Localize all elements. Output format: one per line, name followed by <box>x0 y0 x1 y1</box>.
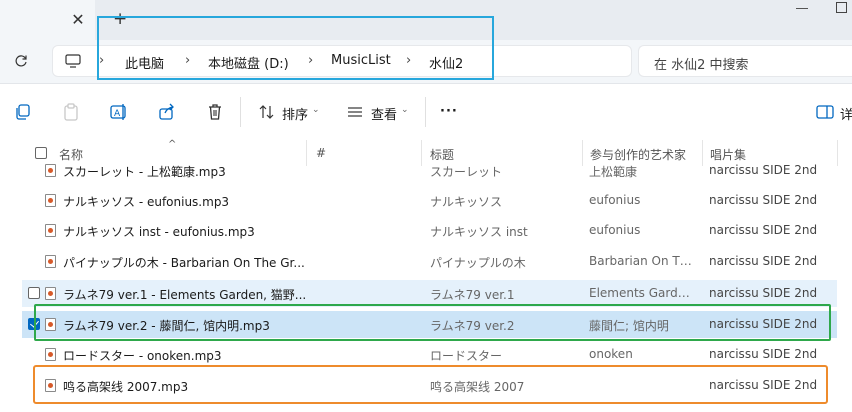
sort-button[interactable]: 排序 <box>282 104 308 123</box>
row-checkbox[interactable] <box>28 287 40 299</box>
audio-file-icon <box>45 164 56 177</box>
file-title: ロードスター <box>430 349 503 363</box>
file-name: ラムネ79 ver.1 - Elements Garden, 猫野... <box>63 288 307 302</box>
file-row[interactable]: パイナップルの木 - Barbarian On The Gr... パイナップル… <box>22 248 837 275</box>
file-name: ロードスター - onoken.mp3 <box>63 349 222 363</box>
minimize-icon[interactable] <box>796 8 808 9</box>
search-input[interactable]: 在 水仙2 中搜索 <box>654 54 749 73</box>
active-tab[interactable]: ✕ <box>0 0 95 40</box>
audio-file-icon <box>45 255 56 268</box>
file-title: ナルキッソス inst <box>430 225 528 239</box>
file-artist: Barbarian On Th... <box>589 254 695 268</box>
file-title: スカーレット <box>430 165 503 179</box>
audio-file-icon <box>45 194 56 207</box>
more-options-button[interactable]: ··· <box>440 104 458 119</box>
file-row[interactable]: スカーレット - 上松範康.mp3 スカーレット 上松範康 narcissu S… <box>22 160 837 184</box>
file-name: ナルキッソス - eufonius.mp3 <box>63 195 230 209</box>
maximize-icon[interactable] <box>836 2 847 13</box>
svg-text:A: A <box>114 109 121 119</box>
file-album: narcissu SIDE 2nd <box>709 347 818 361</box>
rename-icon[interactable]: A <box>110 103 128 121</box>
annotation-box-selected-row <box>34 304 831 341</box>
file-name: ナルキッソス inst - eufonius.mp3 <box>63 225 255 239</box>
paste-icon <box>64 103 78 121</box>
delete-icon[interactable] <box>206 103 224 121</box>
share-icon[interactable] <box>158 103 176 121</box>
file-artist: 上松範康 <box>589 165 638 179</box>
annotation-box-last-row <box>33 365 828 404</box>
search-box[interactable]: 在 水仙2 中搜索 <box>638 45 852 77</box>
copy-icon[interactable] <box>14 103 32 121</box>
column-number[interactable]: # <box>316 146 326 160</box>
computer-icon[interactable] <box>65 54 81 68</box>
command-bar: A 排序 ⌄ 查看 ⌄ ··· 详 <box>0 85 852 137</box>
toolbar-divider <box>425 97 426 127</box>
file-album: narcissu SIDE 2nd <box>709 163 818 177</box>
file-album: narcissu SIDE 2nd <box>709 286 818 300</box>
file-album: narcissu SIDE 2nd <box>709 193 818 207</box>
file-artist: eufonius <box>589 223 641 237</box>
details-pane-icon[interactable] <box>816 103 834 121</box>
file-title: ナルキッソス <box>430 195 503 209</box>
file-row[interactable]: ラムネ79 ver.1 - Elements Garden, 猫野... ラムネ… <box>22 280 837 307</box>
file-artist: onoken <box>589 347 633 361</box>
audio-file-icon <box>45 224 56 237</box>
file-album: narcissu SIDE 2nd <box>709 254 818 268</box>
file-title: ラムネ79 ver.1 <box>430 288 515 302</box>
file-row[interactable]: ロードスター - onoken.mp3 ロードスター onoken narcis… <box>22 341 837 368</box>
sort-ascending-icon: ^ <box>168 139 177 150</box>
file-row[interactable]: ナルキッソス - eufonius.mp3 ナルキッソス eufonius na… <box>22 187 837 214</box>
view-icon[interactable] <box>346 103 364 121</box>
file-name: パイナップルの木 - Barbarian On The Gr... <box>63 256 305 270</box>
file-artist: Elements Garde... <box>589 286 695 300</box>
close-tab-icon[interactable]: ✕ <box>70 12 86 28</box>
file-artist: eufonius <box>589 193 641 207</box>
file-album: narcissu SIDE 2nd <box>709 223 818 237</box>
refresh-icon[interactable] <box>14 54 28 68</box>
vertical-scrollbar[interactable] <box>838 160 852 412</box>
file-name: スカーレット - 上松範康.mp3 <box>63 165 226 179</box>
file-row[interactable]: ナルキッソス inst - eufonius.mp3 ナルキッソス inst e… <box>22 217 837 244</box>
toolbar-divider <box>240 97 241 127</box>
details-button[interactable]: 详 <box>840 104 852 123</box>
audio-file-icon <box>45 287 56 300</box>
audio-file-icon <box>45 348 56 361</box>
annotation-box-breadcrumb <box>97 16 494 80</box>
view-button[interactable]: 查看 <box>371 104 397 123</box>
chevron-down-icon[interactable]: ⌄ <box>401 105 409 115</box>
select-all-checkbox[interactable] <box>35 147 47 159</box>
chevron-down-icon[interactable]: ⌄ <box>312 105 320 115</box>
file-title: パイナップルの木 <box>430 256 526 270</box>
sort-icon[interactable] <box>258 103 276 121</box>
